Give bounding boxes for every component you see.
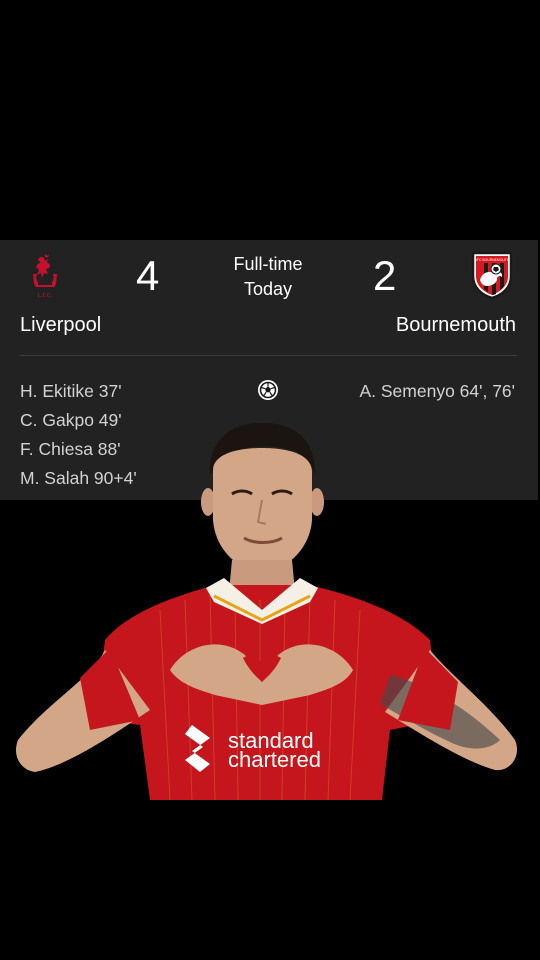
liverpool-crest-icon: L.F.C.	[33, 254, 57, 299]
player-photo: standard chartered	[15, 422, 518, 800]
match-status-text: Full-time	[233, 254, 303, 274]
away-score: 2	[373, 252, 397, 299]
sponsor-text-line2: chartered	[228, 747, 321, 772]
away-team-name[interactable]: Bournemouth	[396, 312, 516, 338]
bournemouth-crest-icon: AFC BOURNEMOUTH	[471, 251, 513, 300]
page: L.F.C. 4 Full-time Today 2 AFC BOURNEMOU…	[0, 0, 540, 960]
bournemouth-crest-text: AFC BOURNEMOUTH	[475, 258, 510, 262]
home-score: 4	[136, 252, 160, 299]
match-status: Full-time Today	[208, 252, 328, 302]
home-team-name[interactable]: Liverpool	[20, 312, 101, 338]
away-scorer: A. Semenyo 64', 76'	[359, 381, 515, 401]
liverpool-crest-text: L.F.C.	[37, 293, 53, 299]
home-scorer: H. Ekitike 37'	[20, 381, 122, 401]
match-date: Today	[243, 279, 293, 299]
soccer-ball-icon	[258, 380, 278, 400]
away-scorers-list: A. Semenyo 64', 76'	[359, 377, 515, 406]
divider	[20, 355, 517, 356]
